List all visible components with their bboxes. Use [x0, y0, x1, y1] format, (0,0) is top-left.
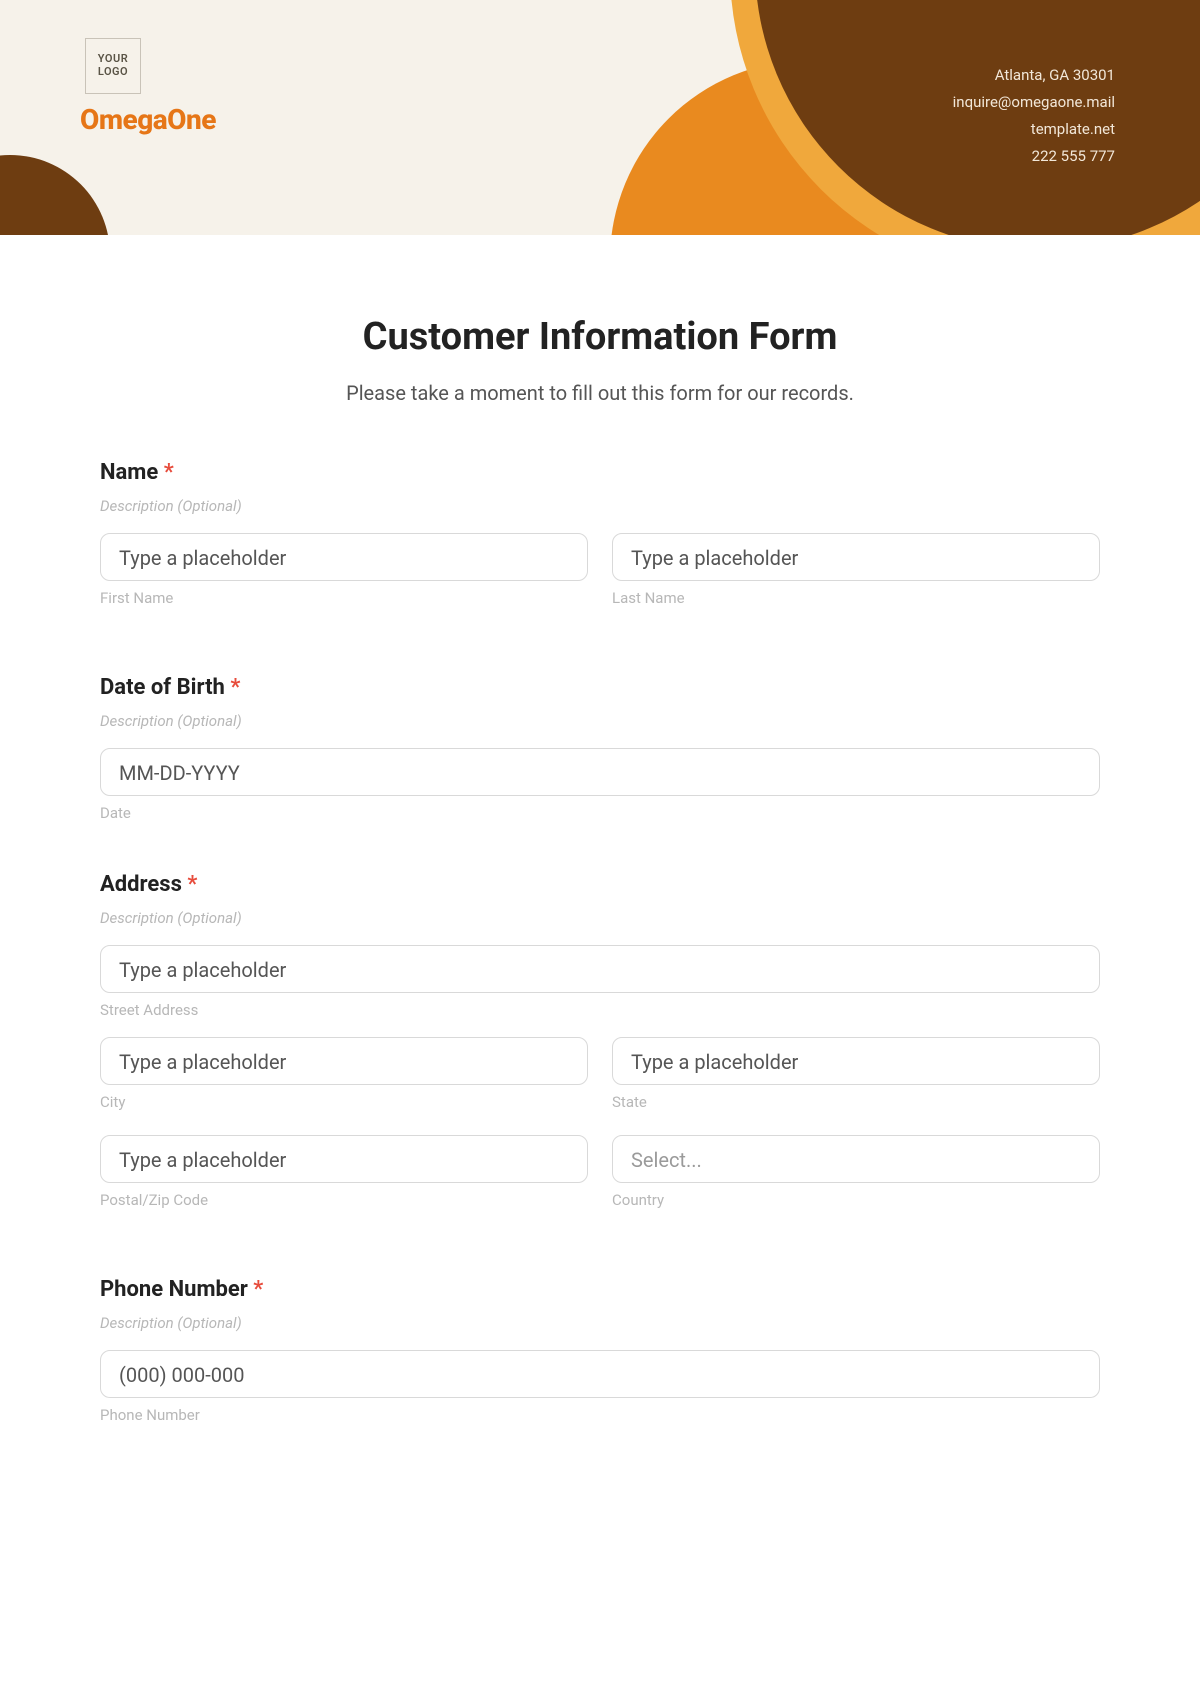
city-input[interactable]: Type a placeholder: [100, 1037, 588, 1085]
label-text: Phone Number: [100, 1277, 248, 1302]
label-text: Name: [100, 460, 158, 485]
city-sublabel: City: [100, 1093, 588, 1111]
dob-sublabel: Date: [100, 804, 1100, 822]
contact-website: template.net: [953, 116, 1115, 143]
state-input[interactable]: Type a placeholder: [612, 1037, 1100, 1085]
postal-input[interactable]: Type a placeholder: [100, 1135, 588, 1183]
contact-address: Atlanta, GA 30301: [953, 62, 1115, 89]
street-input[interactable]: Type a placeholder: [100, 945, 1100, 993]
first-name-sublabel: First Name: [100, 589, 588, 607]
first-name-input[interactable]: Type a placeholder: [100, 533, 588, 581]
contact-block: Atlanta, GA 30301 inquire@omegaone.mail …: [953, 62, 1115, 170]
desc-address: Description (Optional): [100, 909, 1100, 927]
form-subtitle: Please take a moment to fill out this fo…: [100, 381, 1100, 405]
street-sublabel: Street Address: [100, 1001, 1100, 1019]
section-dob: Date of Birth * Description (Optional) M…: [100, 675, 1100, 822]
phone-sublabel: Phone Number: [100, 1406, 1100, 1424]
last-name-sublabel: Last Name: [612, 589, 1100, 607]
document-header: YOURLOGO OmegaOne Atlanta, GA 30301 inqu…: [0, 0, 1200, 235]
label-text: Address: [100, 872, 182, 897]
section-name: Name * Description (Optional) Type a pla…: [100, 460, 1100, 625]
label-name: Name *: [100, 460, 1100, 485]
form-title: Customer Information Form: [100, 315, 1100, 359]
form-container: Customer Information Form Please take a …: [0, 235, 1200, 1514]
dob-input[interactable]: MM-DD-YYYY: [100, 748, 1100, 796]
required-mark: *: [253, 1277, 263, 1302]
label-phone: Phone Number *: [100, 1277, 1100, 1302]
postal-sublabel: Postal/Zip Code: [100, 1191, 588, 1209]
required-mark: *: [187, 872, 197, 897]
country-sublabel: Country: [612, 1191, 1100, 1209]
label-text: Date of Birth: [100, 675, 225, 700]
phone-input[interactable]: (000) 000-000: [100, 1350, 1100, 1398]
country-select[interactable]: Select...: [612, 1135, 1100, 1183]
logo-placeholder: YOURLOGO: [85, 38, 141, 94]
brand-name: OmegaOne: [80, 103, 216, 136]
state-sublabel: State: [612, 1093, 1100, 1111]
decorative-circle: [0, 155, 110, 235]
section-phone: Phone Number * Description (Optional) (0…: [100, 1277, 1100, 1424]
last-name-input[interactable]: Type a placeholder: [612, 533, 1100, 581]
desc-dob: Description (Optional): [100, 712, 1100, 730]
label-dob: Date of Birth *: [100, 675, 1100, 700]
contact-phone: 222 555 777: [953, 143, 1115, 170]
required-mark: *: [164, 460, 174, 485]
label-address: Address *: [100, 872, 1100, 897]
desc-phone: Description (Optional): [100, 1314, 1100, 1332]
contact-email: inquire@omegaone.mail: [953, 89, 1115, 116]
desc-name: Description (Optional): [100, 497, 1100, 515]
section-address: Address * Description (Optional) Type a …: [100, 872, 1100, 1227]
required-mark: *: [230, 675, 240, 700]
